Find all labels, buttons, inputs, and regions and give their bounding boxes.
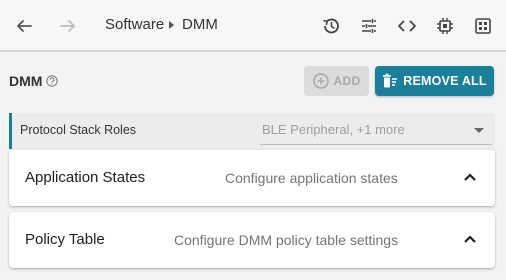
add-button[interactable]: ADD (304, 66, 369, 96)
protocol-stack-roles-label: Protocol Stack Roles (20, 123, 137, 137)
add-circle-icon (312, 73, 329, 89)
card-description: Configure DMM policy table settings (174, 232, 399, 248)
remove-all-label: REMOVE ALL (403, 74, 487, 88)
arrow-left-icon (17, 20, 32, 32)
history-button[interactable] (318, 13, 344, 39)
card-title: Policy Table (25, 231, 105, 248)
history-icon (323, 18, 339, 34)
remove-all-button[interactable]: REMOVE ALL (375, 66, 494, 96)
protocol-stack-roles-select[interactable]: BLE Peripheral, +1 more (260, 113, 492, 145)
back-button[interactable] (11, 13, 37, 39)
code-icon (398, 20, 416, 32)
breadcrumb-separator-icon (169, 21, 174, 29)
dropdown-caret-icon (474, 128, 484, 133)
tune-button[interactable] (356, 13, 382, 39)
tune-icon (362, 19, 376, 33)
add-button-label: ADD (333, 74, 361, 88)
page-title: DMM (9, 73, 43, 89)
code-button[interactable] (394, 13, 420, 39)
protocol-stack-roles-row: Protocol Stack Roles BLE Peripheral, +1 … (9, 113, 495, 149)
chevron-up-icon[interactable] (463, 232, 477, 246)
breadcrumb-dmm: DMM (182, 16, 218, 33)
card-description: Configure application states (225, 170, 398, 186)
memory-icon (475, 18, 491, 34)
forward-button[interactable] (55, 13, 81, 39)
policy-table-card[interactable]: Policy Table Configure DMM policy table … (9, 212, 495, 268)
delete-sweep-icon (383, 73, 398, 88)
top-navigation-bar: Software DMM (0, 0, 506, 52)
help-icon[interactable] (46, 75, 58, 87)
protocol-stack-roles-value: BLE Peripheral, +1 more (262, 122, 405, 137)
application-states-card[interactable]: Application States Configure application… (9, 150, 495, 206)
arrow-right-icon (60, 20, 75, 32)
breadcrumb-software[interactable]: Software (105, 16, 164, 34)
chip-button[interactable] (432, 13, 458, 39)
chip-icon (437, 18, 453, 34)
chevron-up-icon[interactable] (463, 170, 477, 184)
card-title: Application States (25, 169, 146, 186)
memory-button[interactable] (470, 13, 496, 39)
